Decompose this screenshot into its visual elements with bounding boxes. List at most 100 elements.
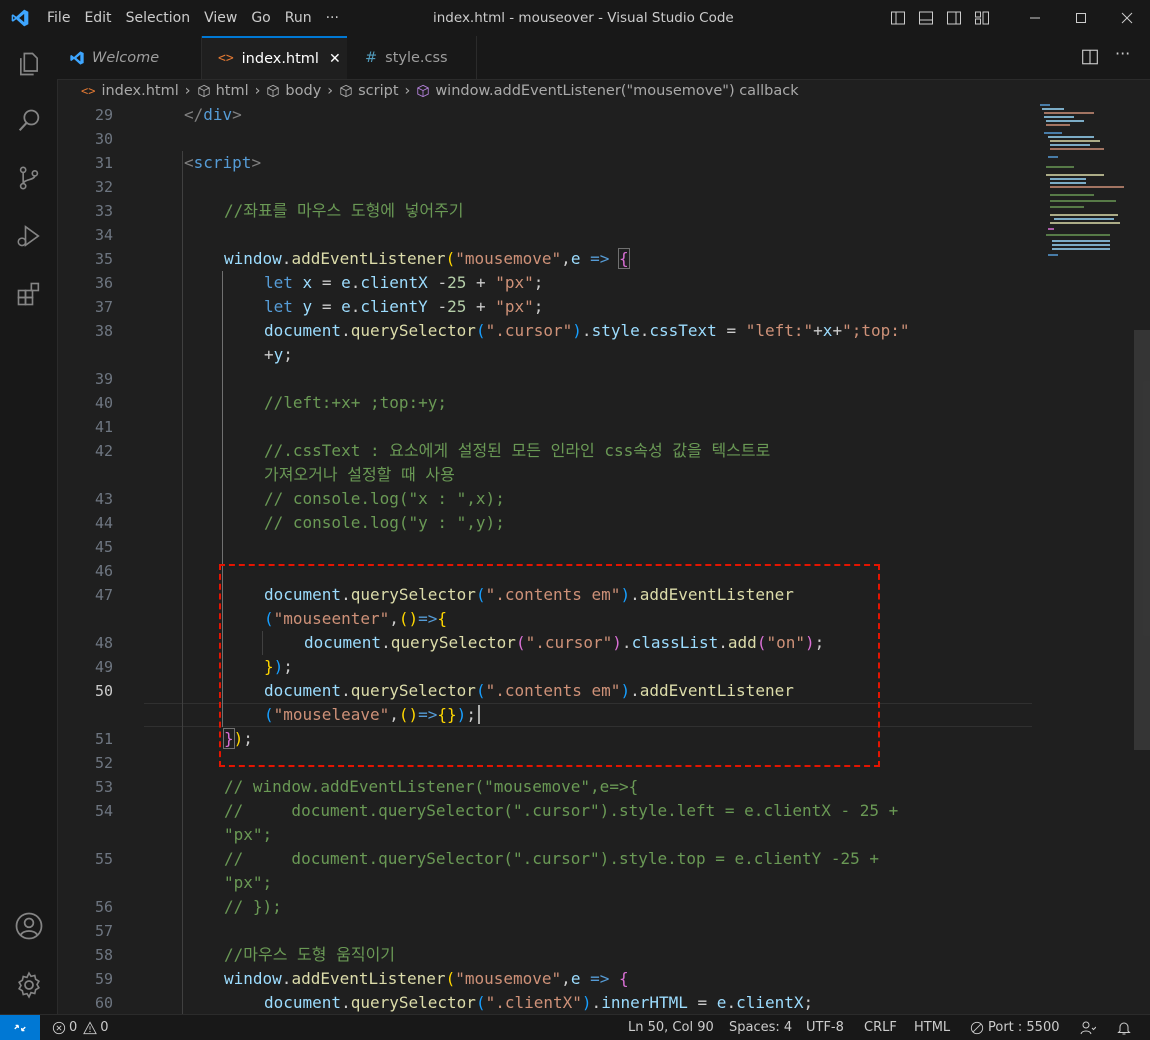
close-window-icon[interactable] [1104, 0, 1150, 36]
code-comment: // window.addEventListener("mousemove",e… [224, 777, 639, 796]
line-number: 43 [94, 490, 113, 508]
code-comment: //마우스 도형 움직이기 [224, 945, 396, 964]
breadcrumb-script[interactable]: script [339, 83, 399, 99]
line-number: 47 [94, 586, 113, 604]
html-icon: <> [81, 84, 96, 98]
editor-tabs: Welcome <> index.html ✕ # style.css ··· [57, 36, 1150, 80]
chevron-right-icon: › [254, 83, 261, 99]
code-comment: // document.querySelector(".cursor").sty… [224, 801, 899, 820]
toggle-primary-sidebar-icon[interactable] [888, 8, 908, 28]
code-comment: "px"; [224, 873, 273, 892]
problems-indicator[interactable]: 0 0 [52, 1015, 109, 1040]
menu-more[interactable]: ··· [319, 0, 346, 36]
split-editor-icon[interactable] [1081, 48, 1099, 70]
toggle-panel-icon[interactable] [916, 8, 936, 28]
customize-layout-icon[interactable] [972, 8, 992, 28]
vscode-icon [69, 50, 85, 66]
code-comment: // }); [224, 897, 282, 916]
error-icon [52, 1021, 66, 1035]
search-icon[interactable] [0, 97, 57, 145]
more-actions-icon[interactable]: ··· [1115, 44, 1130, 63]
breadcrumb: <> index.html › html › body › script › wi… [57, 79, 1150, 103]
code-editor[interactable]: </div> <script> //좌표를 마우스 도형에 넣어주기 windo… [144, 103, 1034, 1014]
menu-edit[interactable]: Edit [77, 0, 118, 36]
status-bar: 0 0 Ln 50, Col 90 Spaces: 4 UTF-8 CRLF H… [0, 1014, 1150, 1040]
toggle-secondary-sidebar-icon[interactable] [944, 8, 964, 28]
code-line: +y; [264, 345, 293, 364]
breadcrumb-file[interactable]: <> index.html [81, 83, 179, 99]
line-number: 59 [94, 970, 113, 988]
minimap[interactable] [1034, 103, 1134, 1014]
live-server-port[interactable]: Port : 5500 [970, 1015, 1060, 1040]
breadcrumb-html[interactable]: html [197, 83, 249, 99]
window-controls [1012, 0, 1150, 36]
maximize-icon[interactable] [1058, 0, 1104, 36]
tab-label: index.html [241, 50, 319, 67]
vscode-logo-icon[interactable] [0, 0, 40, 36]
line-number: 39 [94, 370, 113, 388]
code-comment: //좌표를 마우스 도형에 넣어주기 [224, 201, 464, 220]
line-number: 48 [94, 634, 113, 652]
scrollbar-thumb[interactable] [1134, 330, 1150, 750]
line-number: 60 [94, 994, 113, 1012]
breadcrumb-body[interactable]: body [266, 83, 321, 99]
menu-go[interactable]: Go [244, 0, 277, 36]
end-of-line[interactable]: CRLF [864, 1015, 897, 1040]
explorer-icon[interactable] [0, 40, 57, 88]
tab-welcome[interactable]: Welcome [57, 36, 202, 79]
warning-icon [83, 1020, 98, 1035]
error-count: 0 [69, 1020, 78, 1035]
css-hash-icon: # [365, 49, 378, 66]
source-control-icon[interactable] [0, 154, 57, 202]
run-debug-icon[interactable] [0, 212, 57, 260]
close-icon[interactable]: ✕ [329, 51, 341, 67]
line-number: 55 [94, 850, 113, 868]
accounts-icon[interactable] [0, 902, 57, 950]
menu-view[interactable]: View [197, 0, 244, 36]
line-number: 30 [94, 130, 113, 148]
menu-run[interactable]: Run [278, 0, 319, 36]
code-comment: "px"; [224, 825, 273, 844]
html-icon: <> [218, 51, 234, 66]
layout-controls [888, 8, 992, 28]
code-line: window.addEventListener("mousemove",e =>… [224, 969, 629, 988]
line-number: 49 [94, 658, 113, 676]
encoding[interactable]: UTF-8 [806, 1015, 844, 1040]
code-comment: // console.log("x : ",x); [264, 489, 505, 508]
line-number: 36 [94, 274, 113, 292]
notifications-bell-icon[interactable] [1116, 1015, 1132, 1040]
line-number-gutter: 29 30 31 32 33 34 35 36 37 38 39 40 41 4… [57, 103, 137, 1014]
extensions-icon[interactable] [0, 270, 57, 318]
line-number: 41 [94, 418, 113, 436]
menu-selection[interactable]: Selection [119, 0, 198, 36]
line-number: 32 [94, 178, 113, 196]
line-number: 31 [94, 154, 113, 172]
tab-style-css[interactable]: # style.css [347, 36, 477, 79]
tab-label: style.css [385, 49, 448, 66]
code-comment: //left:+x+ ;top:+y; [264, 393, 448, 412]
activity-bar [0, 36, 58, 1014]
title-bar: File Edit Selection View Go Run ··· inde… [0, 0, 1150, 36]
remote-indicator-icon[interactable] [0, 1015, 40, 1040]
line-number: 35 [94, 250, 113, 268]
minimize-icon[interactable] [1012, 0, 1058, 36]
no-entry-icon [970, 1021, 984, 1035]
language-mode[interactable]: HTML [914, 1015, 950, 1040]
code-comment: //.cssText : 요소에게 설정된 모든 인라인 css속성 값을 텍스… [264, 441, 771, 460]
accounts-status-icon[interactable] [1080, 1015, 1096, 1040]
cube-icon [197, 84, 211, 98]
method-cube-icon [416, 84, 430, 98]
menu-file[interactable]: File [40, 0, 77, 36]
indentation[interactable]: Spaces: 4 [729, 1015, 792, 1040]
tab-index-html[interactable]: <> index.html ✕ [202, 36, 347, 79]
chevron-right-icon: › [184, 83, 191, 99]
breadcrumb-callback[interactable]: window.addEventListener("mousemove") cal… [416, 83, 799, 99]
line-number: 51 [94, 730, 113, 748]
chevron-right-icon: › [404, 83, 411, 99]
cursor-position[interactable]: Ln 50, Col 90 [628, 1015, 714, 1040]
line-number: 56 [94, 898, 113, 916]
line-number: 42 [94, 442, 113, 460]
line-number: 52 [94, 754, 113, 772]
settings-gear-icon[interactable] [0, 961, 57, 1009]
line-number: 54 [94, 802, 113, 820]
